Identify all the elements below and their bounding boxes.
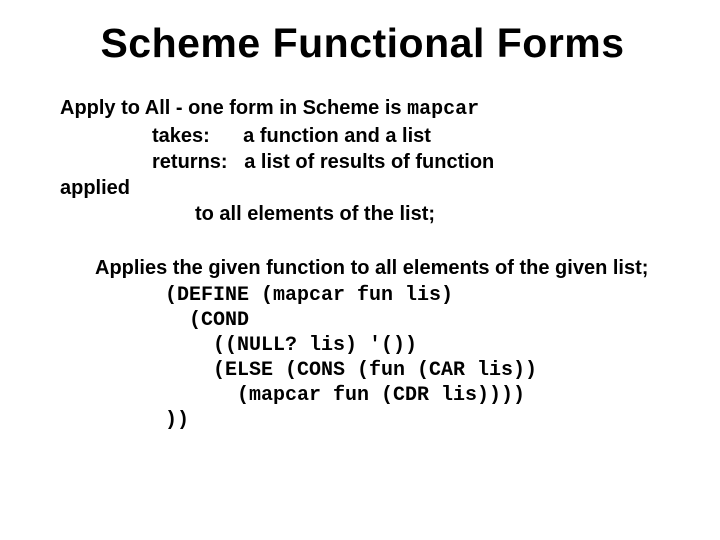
code-line-2: (COND: [165, 309, 249, 332]
slide: Scheme Functional Forms Apply to All - o…: [0, 0, 720, 453]
code-line-4: (ELSE (CONS (fun (CAR lis)): [165, 359, 537, 382]
code-line-5: (mapcar fun (CDR lis)))): [165, 384, 525, 407]
atoa-takes: takes: a function and a list: [60, 123, 665, 149]
explain-paragraph: Applies the given function to all elemen…: [82, 255, 665, 281]
returns-val: a list of results of function: [244, 151, 494, 173]
atoa-prefix: Apply to All: [60, 97, 170, 119]
atoa-applied: applied: [60, 175, 665, 201]
returns-label: returns:: [152, 151, 228, 173]
atoa-line1: Apply to All - one form in Scheme is map…: [60, 95, 665, 123]
code-line-1: (DEFINE (mapcar fun lis): [165, 284, 453, 307]
page-title: Scheme Functional Forms: [60, 20, 665, 67]
code-line-3: ((NULL? lis) '()): [165, 334, 417, 357]
atoa-tail: to all elements of the list;: [60, 201, 665, 227]
code-line-6: )): [165, 409, 189, 432]
mapcar-code: (DEFINE (mapcar fun lis) (COND ((NULL? l…: [60, 283, 665, 433]
apply-to-all-block: Apply to All - one form in Scheme is map…: [60, 95, 665, 227]
takes-label: takes:: [152, 125, 210, 147]
atoa-returns: returns: a list of results of function: [60, 149, 665, 175]
atoa-desc: - one form in Scheme is: [170, 97, 407, 119]
takes-val: a function and a list: [243, 125, 431, 147]
atoa-fn: mapcar: [407, 98, 479, 121]
